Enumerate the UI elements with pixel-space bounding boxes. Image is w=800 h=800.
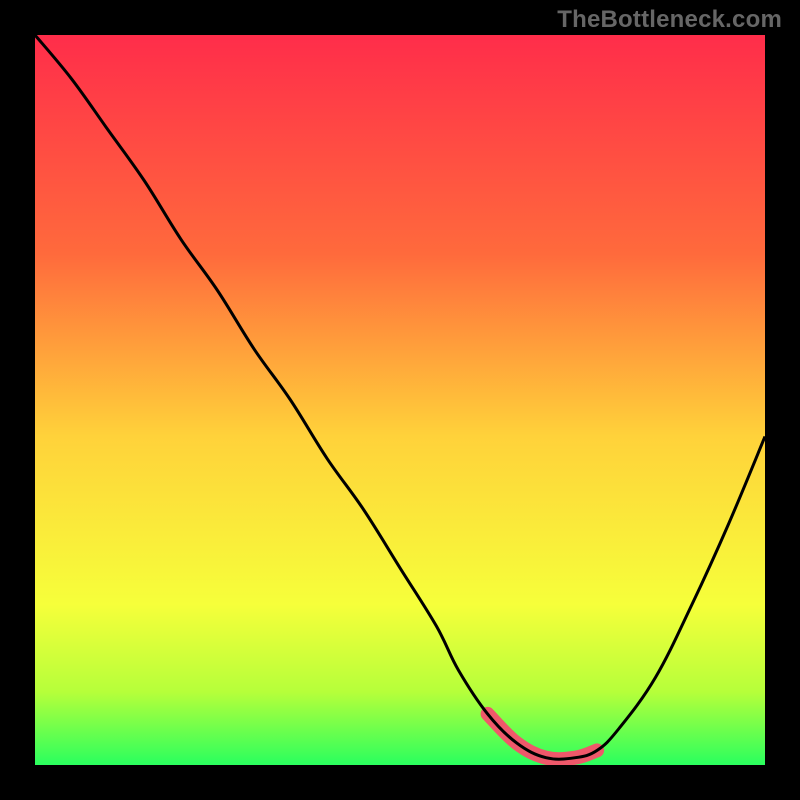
- watermark-text: TheBottleneck.com: [557, 6, 782, 34]
- bottleneck-chart: [0, 0, 800, 800]
- gradient-plot-area: [35, 35, 765, 765]
- chart-frame: { "watermark": "TheBottleneck.com", "col…: [0, 0, 800, 800]
